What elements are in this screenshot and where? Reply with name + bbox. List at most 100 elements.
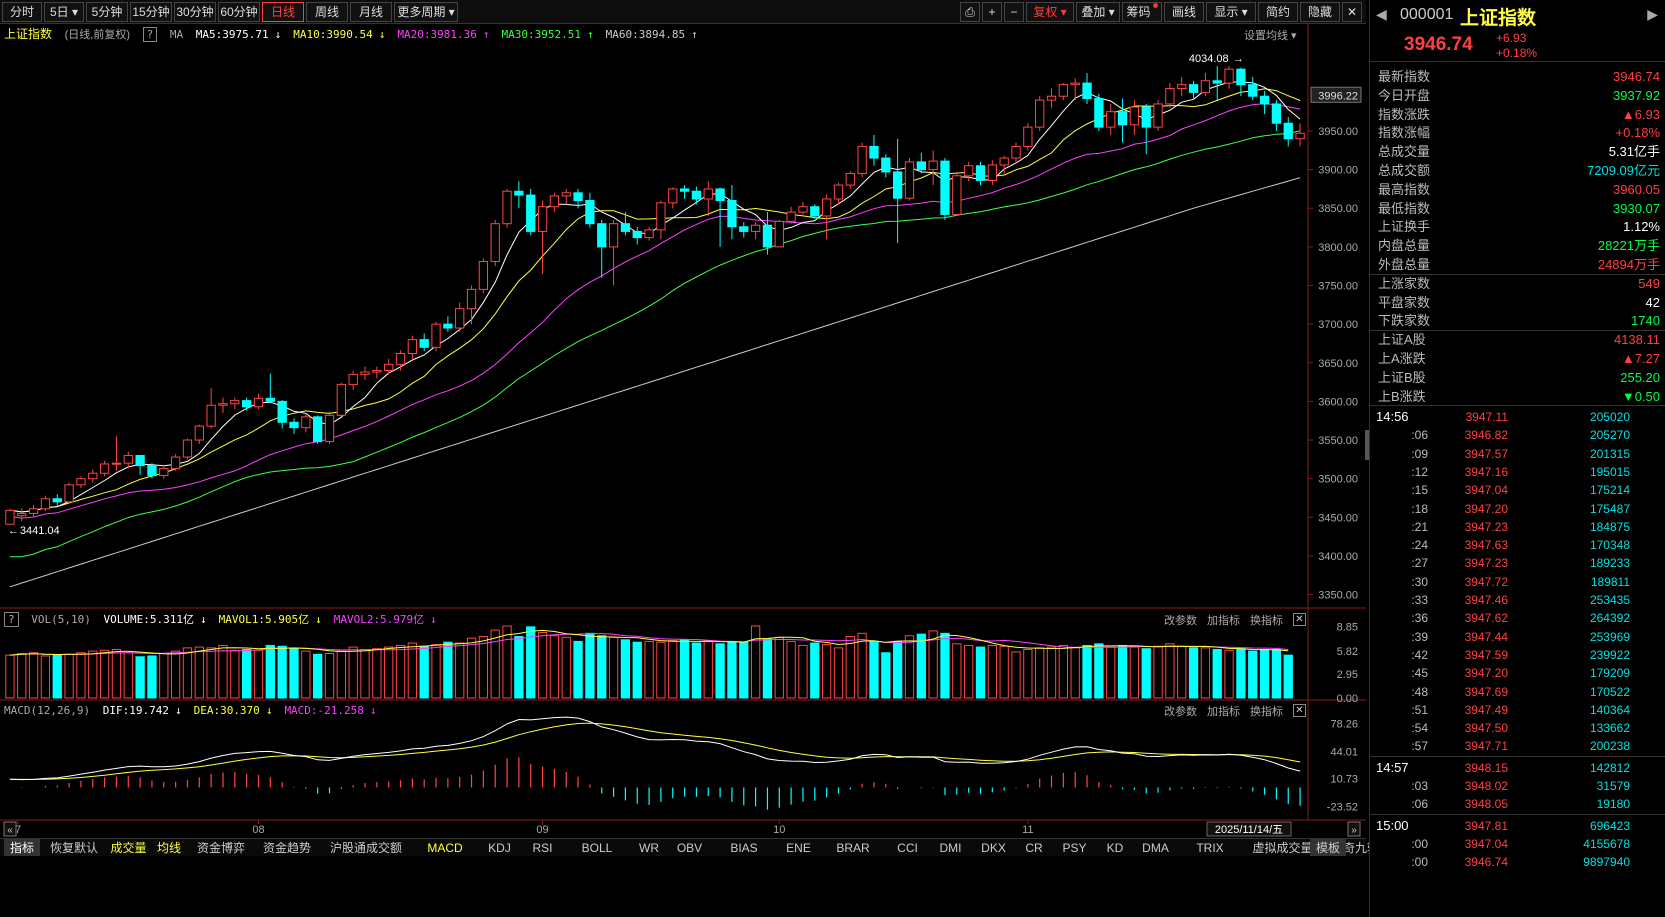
candle [395,350,406,371]
next-stock-icon[interactable]: ▶ [1647,6,1658,23]
indicator-tab-23[interactable]: TRIX [1178,839,1242,857]
period-1[interactable]: 5日 ▾ [44,2,84,22]
vol-label: VOL(5,10) [31,613,91,626]
indicator-tab-27[interactable]: 模板 [1310,839,1346,857]
candle [1058,83,1068,101]
macd-action-2[interactable]: 换指标 [1250,706,1283,718]
period-5[interactable]: 60分钟 [218,2,260,22]
indicator-tab-22[interactable]: DMA [1135,839,1176,857]
indicator-tab-5[interactable]: 资金趋势 [255,839,319,857]
stat-value: ▲7.27 [1621,351,1660,366]
y-tick-label: 3600.00 [1318,396,1358,408]
indicator-tab-8[interactable]: KDJ [479,839,520,857]
panel-toggle-handle[interactable] [1365,430,1369,460]
period-4[interactable]: 30分钟 [174,2,216,22]
display-button[interactable]: 显示 ▾ [1206,2,1256,22]
indicator-tab-2[interactable]: 成交量 [108,839,149,857]
candle [265,373,275,403]
indicator-tab-6[interactable]: 沪股通成交额 [321,839,411,857]
candle [940,158,950,220]
candle [561,188,571,205]
candle [703,181,713,216]
tick-row: :45 3947.20 179209 [1411,666,1630,681]
indicator-tab-14[interactable]: ENE [778,839,819,857]
volume-bar [1141,648,1151,699]
indicator-tab-1[interactable]: 恢复默认 [42,839,106,857]
stat-row: 总成交额 7209.09亿元 [1376,161,1660,180]
lock-icon[interactable]: ⎙ [960,2,980,22]
hide-button[interactable]: 隐藏 [1300,2,1340,22]
vol-y-tick: 2.95 [1337,669,1358,681]
volume-bar [466,637,477,699]
indicator-tab-15[interactable]: BRAR [821,839,885,857]
indicator-tab-20[interactable]: PSY [1054,839,1095,857]
vol-close-icon[interactable]: ✕ [1293,613,1306,626]
volume-bar [1188,647,1199,699]
candle [242,397,252,411]
indicator-tab-18[interactable]: DKX [973,839,1014,857]
stat-label: 上证A股 [1378,332,1426,348]
simple-button[interactable]: 简约 [1258,2,1298,22]
indicator-tab-13[interactable]: BIAS [712,839,776,857]
volume-bar [253,649,264,699]
indicator-tab-3[interactable]: 均线 [151,839,187,857]
ma-label: MA [169,28,184,41]
period-0[interactable]: 分时 [2,2,42,22]
ma-item-1: MA10:3990.54 ↓ [293,28,386,41]
period-6[interactable]: 日线 [262,2,304,22]
indicator-tab-9[interactable]: RSI [522,839,563,857]
tick-row: :18 3947.20 175487 [1411,501,1630,516]
stat-label: 今日开盘 [1378,87,1431,103]
ma-item-4: MA60:3894.85 ↑ [605,28,698,41]
vol-item-2: MAVOL2:5.979亿 ↓ [333,613,437,626]
period-7[interactable]: 周线 [306,2,348,22]
macd-action-1[interactable]: 加指标 [1207,706,1240,718]
prev-stock-icon[interactable]: ◀ [1376,6,1387,23]
indicator-tab-4[interactable]: 资金博弈 [189,839,253,857]
period-9[interactable]: 更多周期 ▾ [394,2,458,22]
vol-help-icon[interactable]: ? [4,612,19,627]
stat-label: 上B涨跌 [1378,388,1426,404]
volume-bar [1082,644,1092,699]
restore-rights-button[interactable]: 复权 ▾ [1026,2,1074,22]
ma-settings-button[interactable]: 设置均线 ▾ [1244,27,1297,43]
candle [987,160,997,186]
candle [1011,142,1021,164]
period-8[interactable]: 月线 [350,2,392,22]
volume-bar [1117,644,1128,699]
y-tick-label: 3900.00 [1318,165,1358,177]
tick-row: 15:00 3947.81 696423 [1376,817,1630,833]
tick-row: :21 3947.23 184875 [1411,519,1630,534]
period-3[interactable]: 15分钟 [130,2,172,22]
svg-text:»: » [1351,825,1357,836]
indicator-tab-17[interactable]: DMI [930,839,971,857]
indicator-tab-16[interactable]: CCI [887,839,928,857]
candle [798,202,808,216]
overlay-button[interactable]: 叠加 ▾ [1076,2,1120,22]
macd-action-0[interactable]: 改参数 [1164,706,1197,718]
macd-close-icon[interactable]: ✕ [1293,704,1306,717]
stat-value: 3960.05 [1613,181,1660,197]
vol-action-0[interactable]: 改参数 [1164,615,1197,627]
stat-label: 下跌家数 [1378,313,1431,329]
indicator-tab-7[interactable]: MACD [413,839,477,857]
help-icon[interactable]: ? [142,27,158,42]
zoom-out-icon[interactable]: − [1004,2,1024,22]
period-2[interactable]: 5分钟 [86,2,128,22]
indicator-tab-11[interactable]: WR [631,839,667,857]
tick-row: :12 3947.16 195015 [1411,464,1630,479]
vol-action-1[interactable]: 加指标 [1207,615,1240,627]
draw-line-button[interactable]: 画线 [1164,2,1204,22]
indicator-tab-21[interactable]: KD [1097,839,1133,857]
ma5-line [9,81,1301,513]
zoom-in-icon[interactable]: + [982,2,1002,22]
indicator-tab-10[interactable]: BOLL [565,839,629,857]
volume-bar [715,643,725,699]
vol-action-2[interactable]: 换指标 [1250,615,1283,627]
indicator-tab-19[interactable]: CR [1016,839,1052,857]
chips-button[interactable]: 筹码 [1122,2,1162,22]
indicator-tab-0[interactable]: 指标 [4,839,40,857]
candle [419,333,429,352]
indicator-tab-12[interactable]: OBV [669,839,710,857]
close-chart-icon[interactable]: ✕ [1342,2,1362,22]
